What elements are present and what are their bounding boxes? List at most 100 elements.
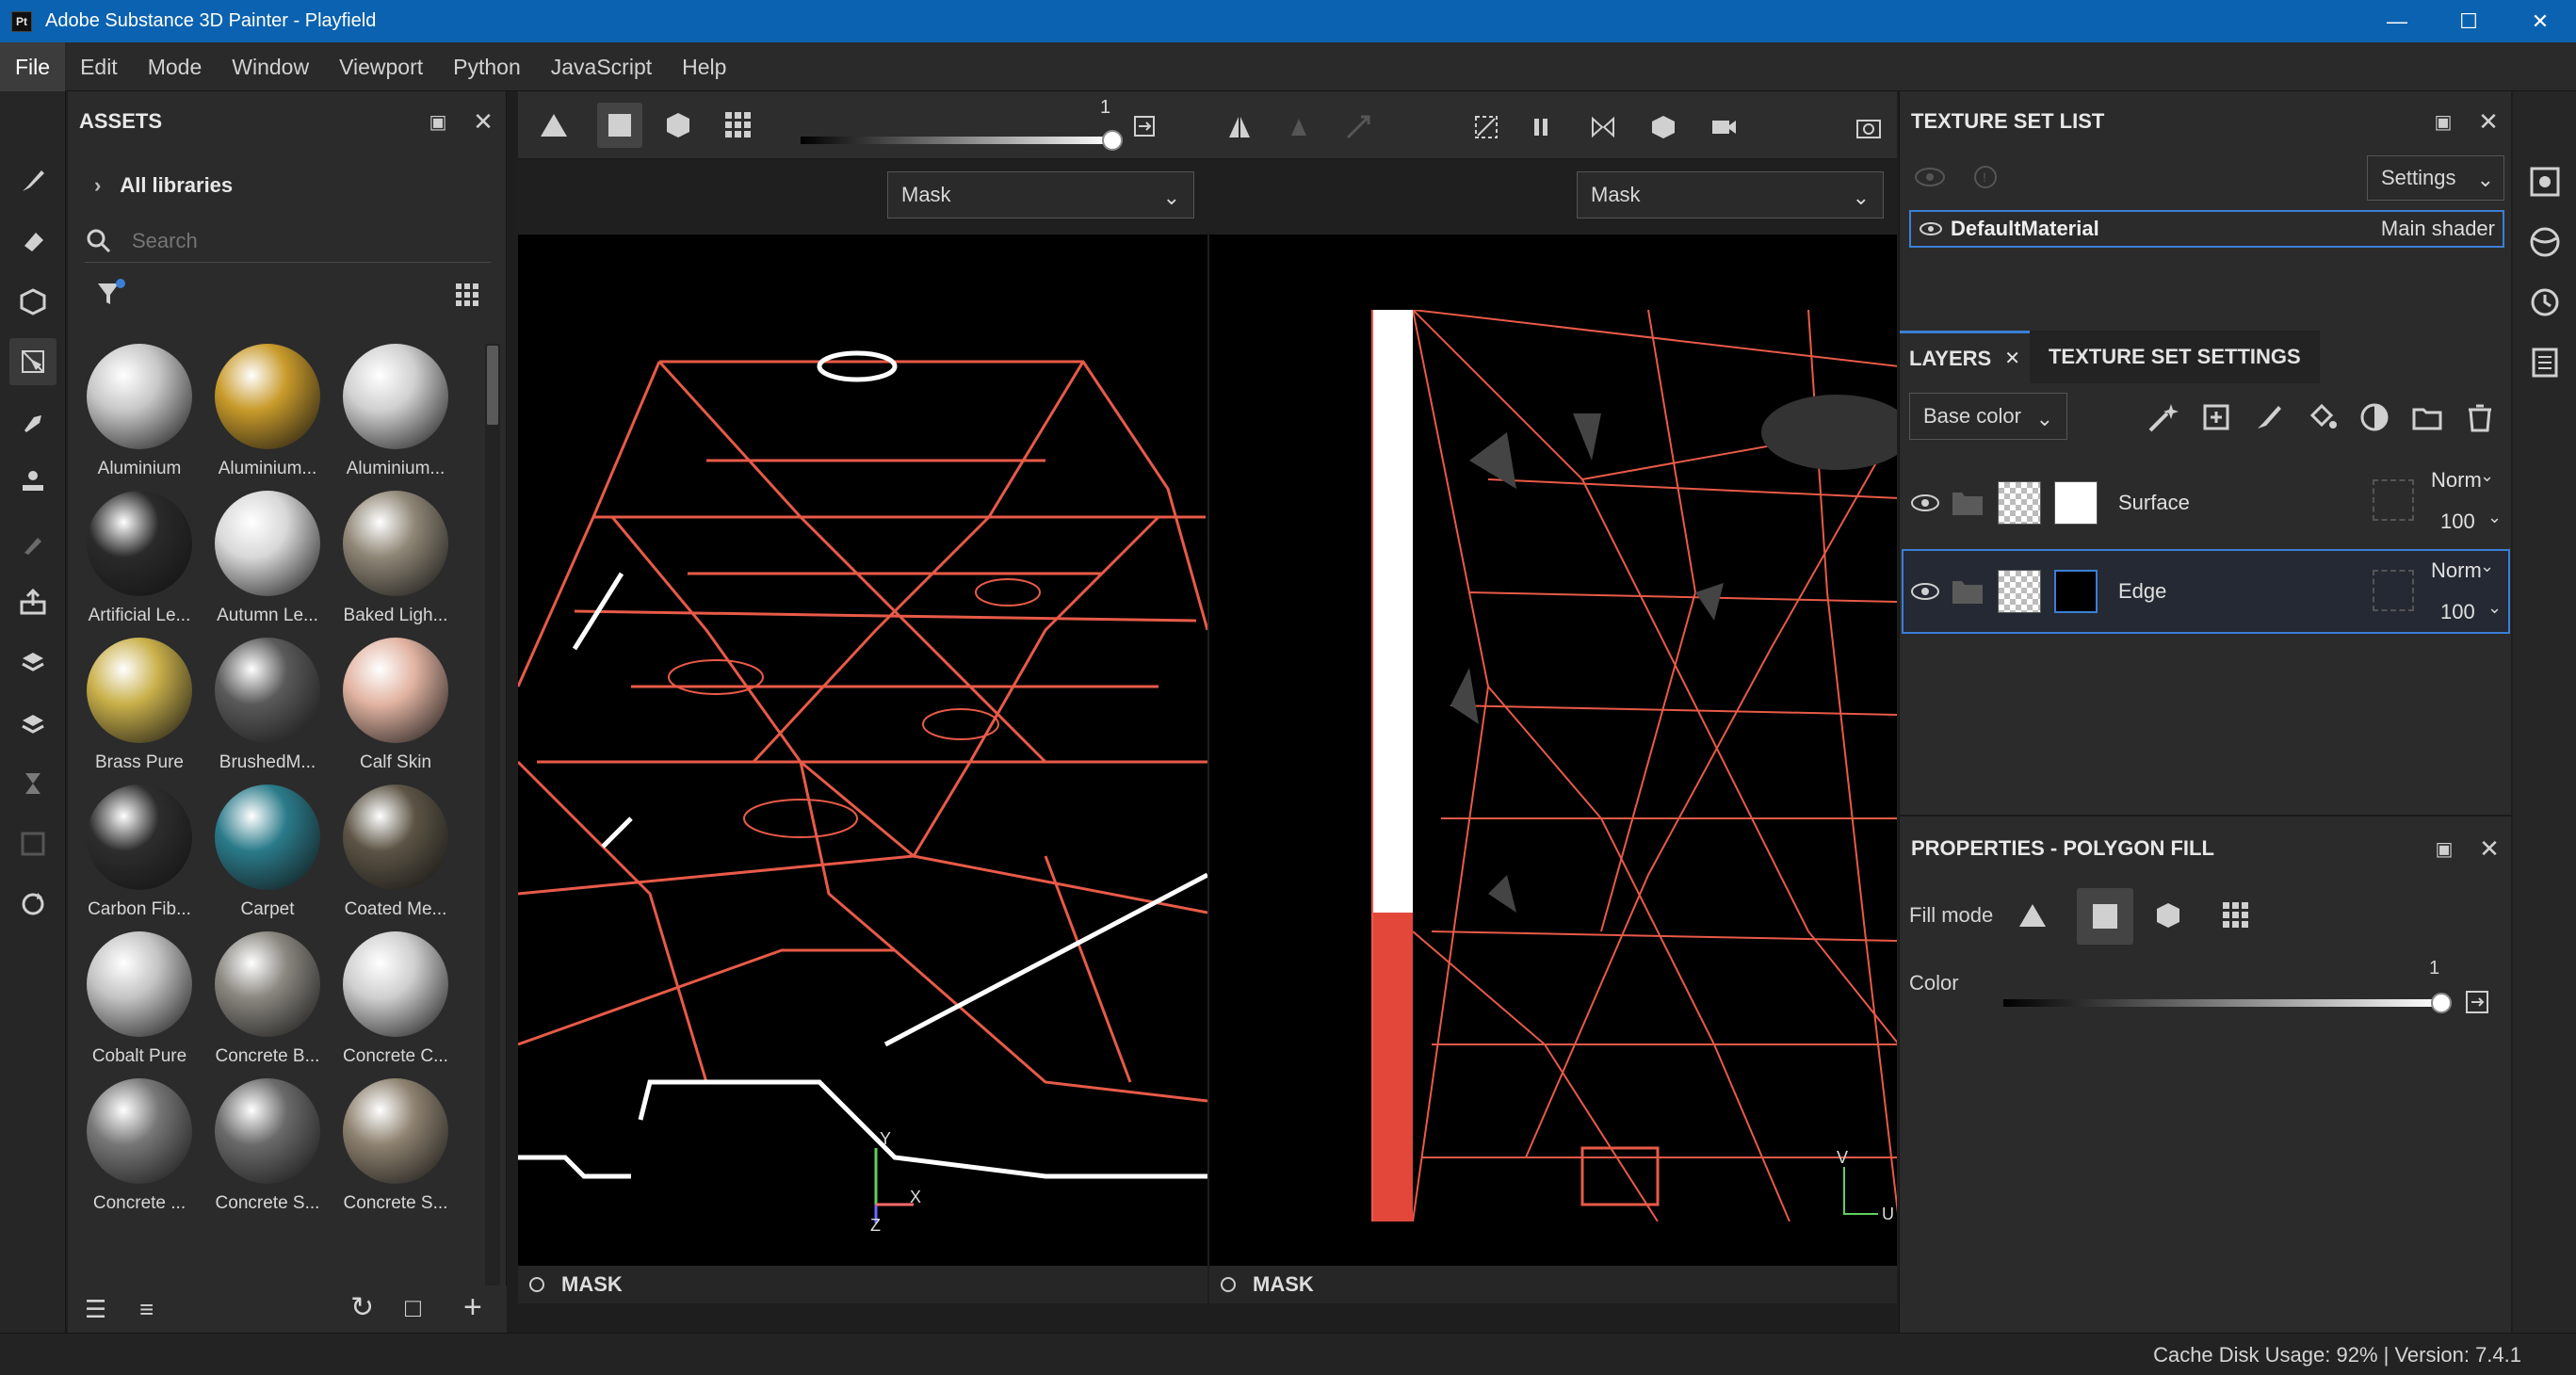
- list-view-icon[interactable]: ☰: [85, 1295, 106, 1324]
- grid-view-icon[interactable]: [454, 282, 480, 308]
- texture-set-settings-button[interactable]: Settings ⌄: [2367, 155, 2504, 201]
- layer-mask-thumbnail[interactable]: [2054, 481, 2098, 525]
- color-slider[interactable]: [2003, 999, 2442, 1007]
- viewport-2d-channel-select[interactable]: Mask ⌄: [1577, 171, 1884, 218]
- blend-slot[interactable]: [2373, 479, 2414, 521]
- environment-icon[interactable]: [2528, 225, 2562, 259]
- tab-layers[interactable]: LAYERS ✕: [1900, 331, 2030, 383]
- layer-mask-thumbnail[interactable]: [2054, 570, 2098, 613]
- asset-item[interactable]: Aluminium...: [203, 344, 332, 491]
- polygon-fill-icon[interactable]: [9, 338, 57, 385]
- layer-opacity[interactable]: 100: [2440, 510, 2475, 534]
- undock-icon[interactable]: ▣: [2428, 106, 2458, 137]
- pause-icon[interactable]: [1522, 108, 1560, 146]
- close-tab-icon[interactable]: ✕: [2004, 347, 2020, 370]
- asset-item[interactable]: Carpet: [203, 785, 332, 931]
- viewport-3d[interactable]: Mask ⌄ Y X Z MASK: [518, 159, 1207, 1303]
- asset-item[interactable]: Autumn Le...: [203, 491, 332, 638]
- clone-stamp-icon[interactable]: [9, 459, 57, 506]
- asset-item[interactable]: Calf Skin: [332, 638, 460, 785]
- eye-icon[interactable]: [1909, 493, 1941, 513]
- asset-scrollbar[interactable]: [485, 344, 500, 1286]
- asset-item[interactable]: Aluminium: [75, 344, 203, 491]
- symmetry-icon[interactable]: [1221, 108, 1258, 146]
- asset-item[interactable]: Concrete B...: [203, 931, 332, 1078]
- add-effect-icon[interactable]: [2199, 400, 2233, 434]
- triangle-fill-icon[interactable]: [535, 106, 573, 144]
- menu-file[interactable]: File: [0, 41, 66, 91]
- menu-viewport[interactable]: Viewport: [324, 42, 438, 91]
- menu-help[interactable]: Help: [667, 42, 741, 91]
- scrollbar-thumb[interactable]: [487, 346, 498, 425]
- asset-item[interactable]: Coated Me...: [332, 785, 460, 931]
- fill-mode-triangle-icon[interactable]: [2011, 894, 2054, 937]
- layer-row-edge[interactable]: Edge Norm ⌄ 100 ⌄: [1902, 549, 2510, 634]
- paint-brush-icon[interactable]: [9, 157, 57, 204]
- asset-item[interactable]: Carbon Fib...: [75, 785, 203, 931]
- viewport-3d-channel-select[interactable]: Mask ⌄: [887, 171, 1194, 218]
- material-icon[interactable]: [9, 700, 57, 747]
- add-asset-icon[interactable]: +: [463, 1289, 482, 1326]
- channel-select[interactable]: Base color ⌄: [1909, 393, 2067, 440]
- asset-item[interactable]: Brass Pure: [75, 638, 203, 785]
- maximize-icon[interactable]: ☐: [2433, 0, 2504, 42]
- asset-item[interactable]: Baked Ligh...: [332, 491, 460, 638]
- layer-row-surface[interactable]: Surface Norm ⌄ 100 ⌄: [1902, 461, 2510, 545]
- layer-fill-thumbnail[interactable]: [1998, 481, 2041, 525]
- asset-item[interactable]: Concrete S...: [332, 1078, 460, 1225]
- camera-icon[interactable]: [1705, 108, 1742, 146]
- object-fill-icon[interactable]: [659, 106, 697, 144]
- add-fill-layer-icon[interactable]: [2305, 400, 2339, 434]
- magic-wand-icon[interactable]: [2147, 400, 2180, 434]
- menu-mode[interactable]: Mode: [133, 42, 218, 91]
- settings-gear-icon[interactable]: [2528, 165, 2562, 199]
- export-icon[interactable]: [9, 579, 57, 626]
- eye-icon[interactable]: [1919, 219, 1943, 238]
- projection-icon[interactable]: [9, 278, 57, 325]
- new-folder-icon[interactable]: □: [405, 1293, 421, 1323]
- fill-mode-quad-icon[interactable]: [2077, 888, 2133, 945]
- refresh-icon[interactable]: [9, 881, 57, 928]
- undock-icon[interactable]: ▣: [423, 106, 453, 137]
- viewport-2d[interactable]: Mask ⌄ V U MASK: [1209, 159, 1897, 1303]
- asset-item[interactable]: Cobalt Pure: [75, 931, 203, 1078]
- close-icon[interactable]: ✕: [2504, 0, 2576, 42]
- close-panel-icon[interactable]: ✕: [468, 106, 498, 137]
- close-panel-icon[interactable]: ✕: [2473, 106, 2503, 137]
- random-seed-icon[interactable]: [2465, 990, 2489, 1014]
- add-mask-icon[interactable]: [2357, 400, 2391, 434]
- smudge-icon[interactable]: [9, 398, 57, 445]
- eye-icon[interactable]: [1909, 581, 1941, 602]
- undock-icon[interactable]: ▣: [2429, 833, 2459, 864]
- search-box[interactable]: [85, 219, 491, 263]
- eraser-icon[interactable]: [9, 218, 57, 265]
- delete-layer-icon[interactable]: [2463, 400, 2497, 434]
- menu-python[interactable]: Python: [438, 42, 536, 91]
- add-folder-icon[interactable]: [2410, 400, 2444, 434]
- hourglass-icon[interactable]: [9, 760, 57, 807]
- asset-item[interactable]: Artificial Le...: [75, 491, 203, 638]
- layer-fill-thumbnail[interactable]: [1998, 570, 2041, 613]
- asset-item[interactable]: Aluminium...: [332, 344, 460, 491]
- color-slider-knob[interactable]: [2431, 993, 2452, 1013]
- asset-item[interactable]: Concrete S...: [203, 1078, 332, 1225]
- log-icon[interactable]: [2528, 346, 2562, 380]
- toolbar-slider-knob[interactable]: [1102, 130, 1123, 151]
- history-icon[interactable]: [2528, 285, 2562, 319]
- layer-blend-mode[interactable]: Norm: [2431, 558, 2482, 583]
- texture-set-row[interactable]: DefaultMaterial Main shader: [1909, 210, 2504, 248]
- menu-javascript[interactable]: JavaScript: [536, 42, 667, 91]
- tab-texture-set-settings[interactable]: TEXTURE SET SETTINGS: [2029, 331, 2320, 383]
- fill-mode-object-icon[interactable]: [2147, 894, 2190, 937]
- asset-item[interactable]: BrushedM...: [203, 638, 332, 785]
- filter-icon[interactable]: [94, 278, 126, 310]
- asset-item[interactable]: Concrete C...: [332, 931, 460, 1078]
- toolbar-color-slider[interactable]: [801, 137, 1111, 144]
- minimize-icon[interactable]: —: [2361, 0, 2433, 42]
- layer-blend-mode[interactable]: Norm: [2431, 468, 2482, 493]
- asset-item[interactable]: Concrete ...: [75, 1078, 203, 1225]
- search-input[interactable]: [132, 228, 452, 253]
- screenshot-icon[interactable]: [1850, 108, 1887, 146]
- visibility-off-icon[interactable]: [1913, 163, 1947, 191]
- color-picker-icon[interactable]: [9, 519, 57, 566]
